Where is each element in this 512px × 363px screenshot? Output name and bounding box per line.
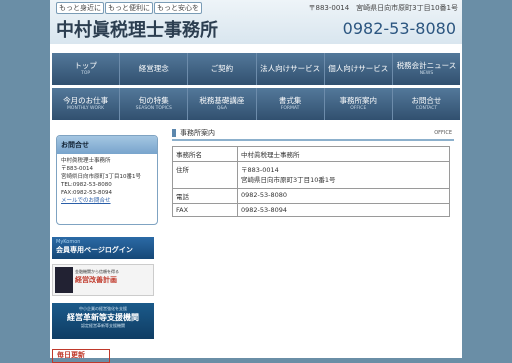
- row-label: 事務所名: [172, 146, 238, 162]
- sidebar-contact-box: お問合せ 中村眞税理士事務所 〒883-0014 宮崎県日向市原町3丁目10番1…: [56, 135, 158, 225]
- agency-banner-small: 中小企業の経営強化を支援: [79, 306, 127, 311]
- table-row: FAX 0982-53-8094: [172, 203, 450, 217]
- nav-label: 今月のお仕事: [63, 96, 109, 105]
- row-value: 0982-53-8094: [237, 203, 450, 217]
- nav-news[interactable]: 税務会計ニュース NEWS: [392, 53, 461, 85]
- nav-label: 個人向けサービス: [328, 64, 389, 73]
- nav-monthly-work[interactable]: 今月のお仕事 MONTHLY WORK: [52, 88, 121, 120]
- tagline-3: もっと安心を: [154, 2, 202, 14]
- nav-format[interactable]: 書式集 FORMAT: [256, 88, 325, 120]
- agency-banner-main: 経営革新等支援機関: [67, 313, 139, 322]
- nav-sub-label: MONTHLY WORK: [67, 106, 105, 111]
- section-header: 事務所案内 OFFICE: [172, 127, 454, 141]
- nav-label: 税務会計ニュース: [396, 61, 457, 70]
- improvement-plan-banner[interactable]: 金融機関から信頼を得る 経営改善計画: [52, 264, 154, 296]
- plan-banner-main: 経営改善計画: [75, 276, 117, 284]
- header-address: 〒883-0014 宮崎県日向市原町3丁目10番1号: [308, 4, 458, 12]
- row-label: FAX: [172, 203, 238, 217]
- support-agency-banner[interactable]: 中小企業の経営強化を支援 経営革新等支援機関 認定経営革新等支援機関: [52, 303, 154, 339]
- plan-banner-text: 金融機関から信頼を得る 経営改善計画: [75, 265, 153, 295]
- nav-qa[interactable]: 税務基礎講座 Q&A: [188, 88, 257, 120]
- contact-line: 中村眞税理士事務所: [61, 158, 111, 164]
- header-phone: 0982-53-8080: [342, 19, 456, 38]
- nav-top[interactable]: トップ TOP: [52, 53, 121, 85]
- nav-season-topics[interactable]: 旬の特集 SEASON TOPICS: [120, 88, 189, 120]
- row-label: 住所: [172, 161, 238, 189]
- global-nav-primary: トップ TOP 経営理念 ご契約 法人向けサービス 個人向けサービス 税務会計ニュ…: [52, 53, 461, 85]
- email-contact-link[interactable]: メールでのお問合せ: [61, 197, 153, 205]
- row-value: 中村眞税理士事務所: [237, 146, 450, 162]
- table-row: 事務所名 中村眞税理士事務所: [172, 146, 450, 162]
- nav-sub-label: OFFICE: [350, 106, 367, 111]
- nav-contact[interactable]: お問合せ CONTACT: [392, 88, 461, 120]
- nav-sub-label: CONTACT: [415, 106, 438, 111]
- nav-label: 書式集: [278, 96, 302, 105]
- nav-label: 法人向けサービス: [260, 64, 321, 73]
- nav-sub-label: NEWS: [419, 71, 434, 76]
- site-header: もっと身近に もっと便利に もっと安心を 〒883-0014 宮崎県日向市原町3丁目…: [50, 0, 462, 44]
- section-title-en: OFFICE: [434, 130, 452, 136]
- row-value: 0982-53-8080: [237, 188, 450, 204]
- person-photo: [55, 267, 73, 293]
- nav-label: 旬の特集: [138, 96, 169, 105]
- page: もっと身近に もっと便利に もっと安心を 〒883-0014 宮崎県日向市原町3丁目…: [50, 0, 462, 363]
- contact-line: FAX:0982-53-8094: [61, 190, 113, 196]
- tagline-1: もっと身近に: [56, 2, 104, 14]
- nav-label: 事務所案内: [339, 96, 378, 105]
- contact-box-body: 中村眞税理士事務所 〒883-0014 宮崎県日向市原町3丁目10番1号 TEL…: [57, 154, 157, 208]
- table-row: 電話 0982-53-8080: [172, 188, 450, 204]
- tagline: もっと身近に もっと便利に もっと安心を: [56, 2, 203, 14]
- nav-label: トップ: [74, 61, 97, 70]
- office-info-table: 事務所名 中村眞税理士事務所 住所 〒883-0014 宮崎県日向市原町3丁目1…: [172, 146, 450, 217]
- agency-banner-sub: 認定経営革新等支援機関: [81, 323, 125, 328]
- contact-line: TEL:0982-53-8080: [61, 182, 112, 188]
- nav-sub-label: Q&A: [216, 106, 227, 111]
- nav-label: 経営理念: [138, 64, 169, 73]
- nav-individual-services[interactable]: 個人向けサービス: [324, 53, 393, 85]
- nav-sub-label: FORMAT: [280, 106, 300, 111]
- table-row: 住所 〒883-0014 宮崎県日向市原町3丁目10番1号: [172, 161, 450, 189]
- nav-office[interactable]: 事務所案内 OFFICE: [324, 88, 393, 120]
- nav-label: お問合せ: [411, 96, 442, 105]
- global-nav-secondary: 今月のお仕事 MONTHLY WORK 旬の特集 SEASON TOPICS 税務基…: [52, 88, 461, 120]
- row-value: 〒883-0014 宮崎県日向市原町3丁目10番1号: [237, 161, 450, 189]
- section-title: 事務所案内: [172, 129, 215, 137]
- company-name[interactable]: 中村眞税理士事務所: [56, 16, 218, 42]
- member-login-banner[interactable]: MyKomon 会員専用ページログイン: [52, 237, 154, 259]
- row-label: 電話: [172, 188, 238, 204]
- nav-corporate-services[interactable]: 法人向けサービス: [256, 53, 325, 85]
- nav-philosophy[interactable]: 経営理念: [120, 53, 189, 85]
- tagline-2: もっと便利に: [105, 2, 153, 14]
- nav-contract[interactable]: ご契約: [188, 53, 257, 85]
- daily-update-banner[interactable]: 毎日更新: [52, 349, 110, 363]
- contact-line: 〒883-0014: [61, 166, 93, 172]
- nav-label: 税務基礎講座: [199, 96, 245, 105]
- login-banner-label: 会員専用ページログイン: [56, 246, 133, 254]
- login-banner-brand: MyKomon: [56, 239, 81, 245]
- nav-sub-label: TOP: [81, 71, 91, 76]
- contact-line: 宮崎県日向市原町3丁目10番1号: [61, 174, 141, 180]
- nav-label: ご契約: [210, 64, 234, 73]
- nav-sub-label: SEASON TOPICS: [135, 106, 172, 111]
- contact-box-title: お問合せ: [57, 136, 157, 154]
